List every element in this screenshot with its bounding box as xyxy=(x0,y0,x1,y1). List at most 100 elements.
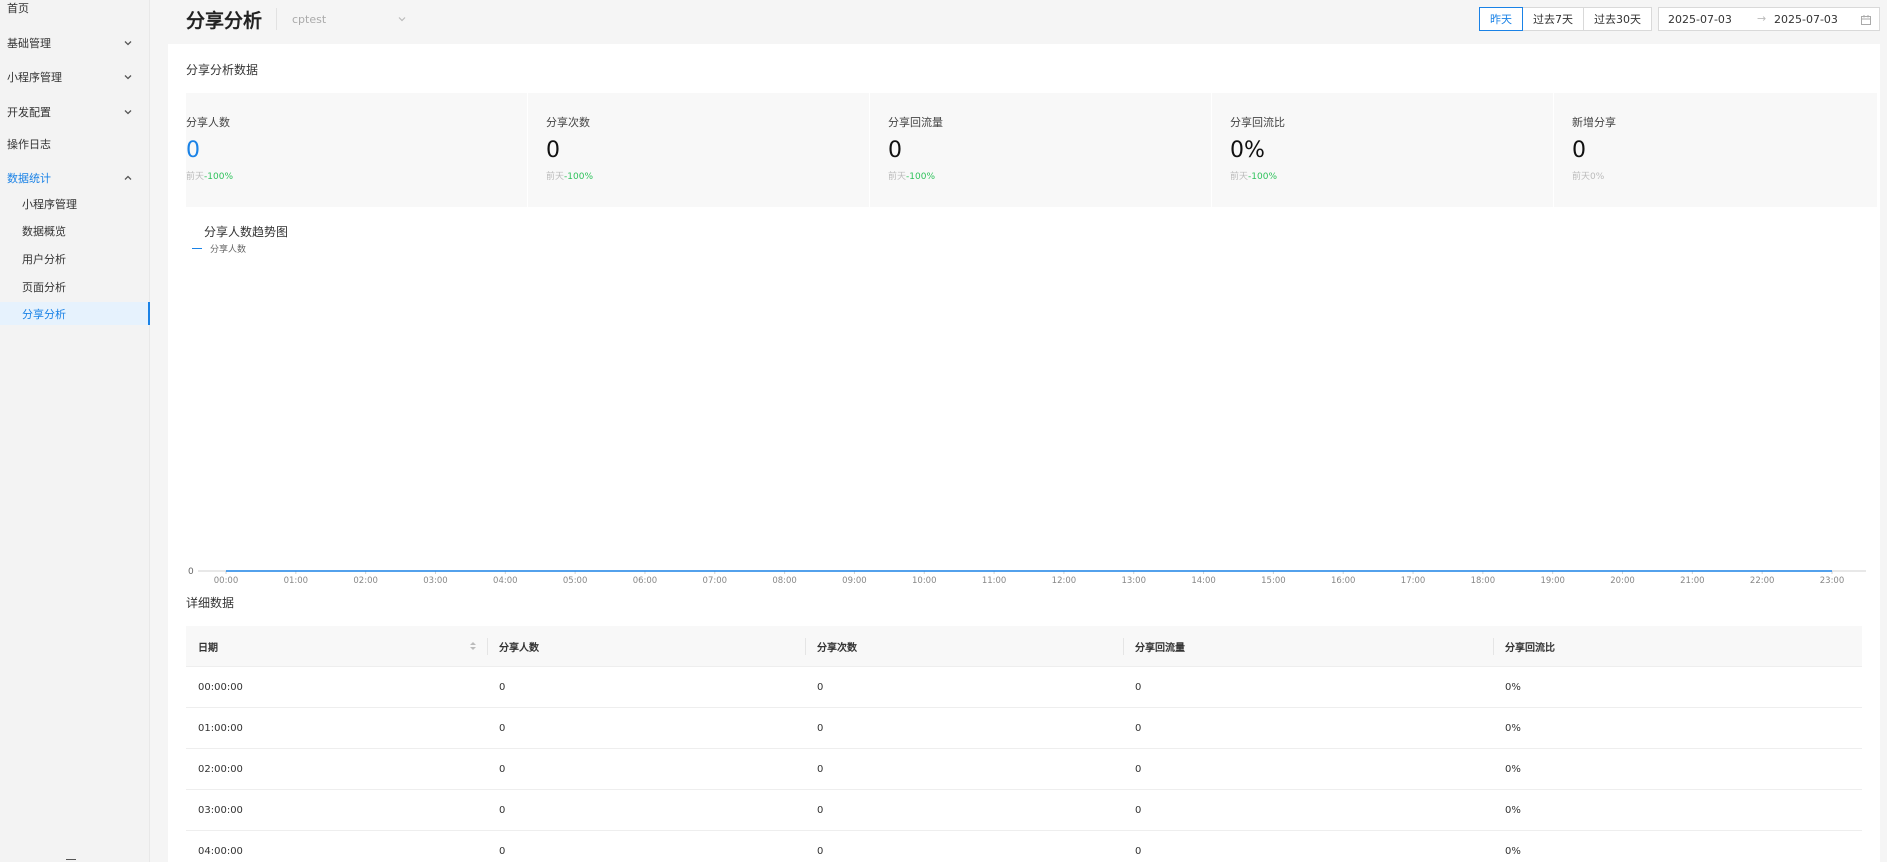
table-cell: 0 xyxy=(817,681,824,693)
range-30-days-button[interactable]: 过去30天 xyxy=(1583,7,1652,31)
top-bar: 分享分析 cptest 昨天 过去7天 过去30天 2025-07-03 → 2… xyxy=(168,0,1880,42)
x-tick-label: 08:00 xyxy=(772,576,797,586)
sidebar-item-label: 开发配置 xyxy=(7,106,51,119)
table-cell: 01:00:00 xyxy=(198,722,243,734)
x-tick-label: 17:00 xyxy=(1401,576,1426,586)
x-tick-label: 05:00 xyxy=(563,576,588,586)
table-cell: 0 xyxy=(499,804,506,816)
table-header-row: 日期 分享人数 分享次数 分享回流量 分享回流比 xyxy=(186,626,1862,667)
sidebar-item-label: 数据统计 xyxy=(7,172,51,185)
sidebar-item-label: 首页 xyxy=(7,2,29,15)
app-select-value: cptest xyxy=(292,12,327,26)
stat-value: 0 xyxy=(546,138,560,163)
sidebar-item-mini[interactable]: 小程序管理 xyxy=(0,65,150,89)
table-cell: 0 xyxy=(1135,763,1142,775)
stat-compare-label: 前天 xyxy=(546,172,565,182)
y-tick-label: 0 xyxy=(188,567,194,577)
stat-label: 分享人数 xyxy=(186,116,230,129)
stat-compare-label: 前天 xyxy=(1572,172,1591,182)
column-header-share-count: 分享次数 xyxy=(805,626,1123,666)
table-cell: 0 xyxy=(499,845,506,857)
x-tick-label: 16:00 xyxy=(1331,576,1356,586)
stat-compare: 前天-100% xyxy=(546,169,869,182)
x-tick-label: 13:00 xyxy=(1121,576,1146,586)
table-cell: 0 xyxy=(817,763,824,775)
x-tick-label: 03:00 xyxy=(423,576,448,586)
page-title: 分享分析 xyxy=(186,10,263,32)
sidebar-subitem-user-analysis[interactable]: 用户分析 xyxy=(0,247,150,271)
table-row: 00:00:00 0 0 0 0% xyxy=(186,667,1862,708)
sidebar-item-label: 分享分析 xyxy=(22,307,66,321)
column-header-label: 日期 xyxy=(198,642,218,654)
stat-compare: 前天-100% xyxy=(888,169,1211,182)
stat-card-share-count: 分享次数 0 前天-100% xyxy=(528,93,870,207)
sidebar-subitem-mini[interactable]: 小程序管理 xyxy=(0,192,150,216)
table-cell: 0 xyxy=(1135,804,1142,816)
table-cell: 0% xyxy=(1505,845,1521,857)
x-tick-label: 20:00 xyxy=(1610,576,1635,586)
sidebar-item-home[interactable]: 首页 xyxy=(0,0,150,20)
stat-compare: 前天-100% xyxy=(1230,169,1553,182)
table-cell: 0% xyxy=(1505,681,1521,693)
date-range-picker[interactable]: 2025-07-03 → 2025-07-03 xyxy=(1658,7,1880,31)
stat-value: 0% xyxy=(1230,138,1265,163)
x-tick-label: 22:00 xyxy=(1750,576,1775,586)
column-header-label: 分享回流量 xyxy=(1135,642,1185,654)
table-body: 00:00:00 0 0 0 0% 01:00:00 0 0 0 0% 02:00:00 0 0 0 0% 0… xyxy=(186,667,1862,862)
table-cell: 0 xyxy=(817,804,824,816)
date-start-input[interactable]: 2025-07-03 xyxy=(1668,13,1732,26)
sidebar-item-logs[interactable]: 操作日志 xyxy=(0,132,150,156)
x-tick-label: 23:00 xyxy=(1820,576,1845,586)
date-end-input[interactable]: 2025-07-03 xyxy=(1774,13,1838,26)
sidebar-item-stats[interactable]: 数据统计 xyxy=(0,166,150,190)
range-7-days-button[interactable]: 过去7天 xyxy=(1522,7,1584,31)
stat-compare-pct: -100% xyxy=(1248,172,1277,182)
table-row: 02:00:00 0 0 0 0% xyxy=(186,749,1862,790)
sort-icon[interactable] xyxy=(469,640,477,652)
calendar-icon xyxy=(1861,15,1871,25)
x-tick-label: 00:00 xyxy=(214,576,239,586)
trend-chart: 分享人数趋势图 分享人数 0 00:00 01:00 02:00 03:00 04:00 0… xyxy=(186,211,1880,611)
table-cell: 0% xyxy=(1505,722,1521,734)
stat-value: 0 xyxy=(1572,138,1586,163)
sidebar-item-label: 基础管理 xyxy=(7,37,51,50)
stat-label: 分享次数 xyxy=(546,116,590,129)
x-tick-label: 02:00 xyxy=(353,576,378,586)
app-select[interactable]: cptest xyxy=(284,8,414,30)
x-tick-label: 11:00 xyxy=(982,576,1007,586)
sidebar-item-basic[interactable]: 基础管理 xyxy=(0,31,150,55)
sidebar-item-label: 数据概览 xyxy=(22,225,66,238)
sidebar-subitem-share-analysis[interactable]: 分享分析 xyxy=(0,302,150,325)
table-cell: 03:00:00 xyxy=(198,804,243,816)
sidebar-item-label: 操作日志 xyxy=(7,138,51,151)
sidebar-subitem-overview[interactable]: 数据概览 xyxy=(0,219,150,243)
range-yesterday-button[interactable]: 昨天 xyxy=(1479,7,1523,31)
table-row: 01:00:00 0 0 0 0% xyxy=(186,708,1862,749)
sidebar-subitem-page-analysis[interactable]: 页面分析 xyxy=(0,275,150,299)
stat-compare: 前天-100% xyxy=(186,169,527,182)
sidebar-item-label: 小程序管理 xyxy=(7,71,62,84)
table-cell: 0 xyxy=(499,763,506,775)
stat-compare-pct: -100% xyxy=(906,172,935,182)
column-header-label: 分享次数 xyxy=(817,642,857,654)
stat-value: 0 xyxy=(888,138,902,163)
sidebar-collapse-handle[interactable] xyxy=(66,859,76,860)
date-arrow: → xyxy=(1757,12,1767,25)
column-header-label: 分享回流比 xyxy=(1505,642,1555,654)
stat-compare: 前天0% xyxy=(1572,169,1877,182)
table-cell: 0 xyxy=(1135,681,1142,693)
chevron-down-icon xyxy=(398,17,406,22)
stat-compare-pct: 0% xyxy=(1590,172,1605,182)
sidebar-item-dev[interactable]: 开发配置 xyxy=(0,100,150,124)
stat-card-sharers: 分享人数 0 前天-100% xyxy=(186,93,528,207)
stats-cards: 分享人数 0 前天-100% 分享次数 0 前天-100% 分享回流量 0 前天… xyxy=(186,93,1880,207)
column-header-date[interactable]: 日期 xyxy=(186,626,487,666)
chevron-up-icon xyxy=(124,175,132,180)
table-cell: 02:00:00 xyxy=(198,763,243,775)
stat-compare-label: 前天 xyxy=(888,172,907,182)
chevron-down-icon xyxy=(124,41,132,46)
content-panel: 分享分析数据 分享人数 0 前天-100% 分享次数 0 前天-100% 分享回… xyxy=(168,44,1880,862)
table-cell: 0 xyxy=(499,722,506,734)
x-tick-label: 01:00 xyxy=(284,576,309,586)
stat-label: 新增分享 xyxy=(1572,116,1616,129)
